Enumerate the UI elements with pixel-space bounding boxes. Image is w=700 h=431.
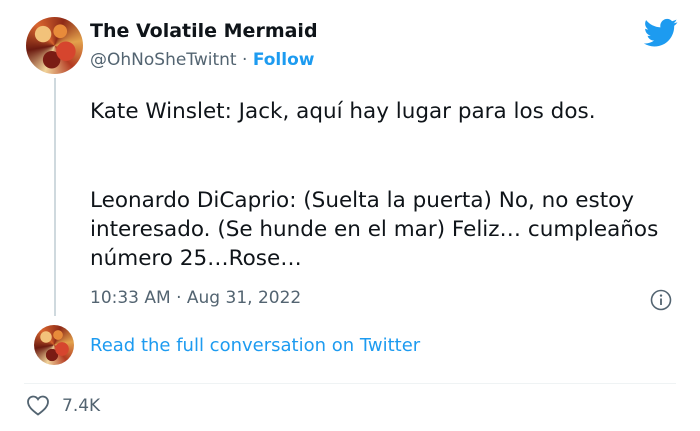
heart-icon[interactable] — [26, 394, 50, 416]
info-icon[interactable] — [650, 289, 672, 311]
divider — [24, 383, 676, 384]
handle[interactable]: @OhNoSheTwitnt — [90, 50, 237, 70]
follow-button[interactable]: Follow — [253, 50, 315, 70]
display-name[interactable]: The Volatile Mermaid — [90, 20, 318, 42]
timestamp[interactable]: 10:33 AM · Aug 31, 2022 — [90, 288, 301, 308]
separator: · — [236, 50, 253, 70]
handle-row: @OhNoSheTwitnt · Follow — [90, 50, 314, 70]
twitter-bird-icon[interactable] — [644, 18, 678, 48]
thread-line — [54, 78, 56, 316]
avatar[interactable] — [26, 17, 83, 74]
tweet-text-line-2: Leonardo DiCaprio: (Suelta la puerta) No… — [90, 188, 659, 271]
avatar-small[interactable] — [34, 325, 74, 365]
tweet-text-line-1: Kate Winslet: Jack, aquí hay lugar para … — [90, 99, 596, 124]
read-full-conversation-link[interactable]: Read the full conversation on Twitter — [90, 335, 420, 356]
like-count: 7.4K — [62, 396, 101, 416]
